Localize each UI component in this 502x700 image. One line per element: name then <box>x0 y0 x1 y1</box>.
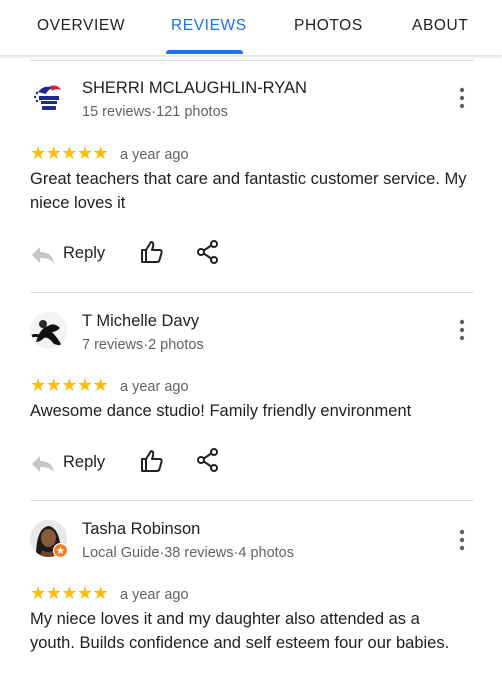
american-dance-logo <box>30 80 67 117</box>
tab-photos[interactable]: PHOTOS <box>294 17 363 35</box>
review-date: a year ago <box>120 587 189 603</box>
dancer-photo <box>30 312 67 349</box>
reviewer-meta: 7 reviews·2 photos <box>82 337 204 353</box>
review-text: My niece loves it and my daughter also a… <box>30 610 450 652</box>
thumbs-up-icon[interactable] <box>139 239 165 265</box>
tab-reviews[interactable]: REVIEWS <box>171 17 247 35</box>
reviewer-name[interactable]: T Michelle Davy <box>82 312 199 331</box>
reply-button[interactable]: Reply <box>63 453 105 472</box>
divider <box>30 500 474 501</box>
review-date: a year ago <box>120 379 189 395</box>
reviewer-avatar[interactable] <box>30 80 67 117</box>
reviewer-meta: Local Guide·38 reviews·4 photos <box>82 545 294 561</box>
thumbs-up-icon[interactable] <box>139 448 165 474</box>
divider <box>30 292 474 293</box>
local-guide-badge-icon <box>53 543 68 558</box>
active-tab-indicator <box>166 50 243 54</box>
more-options-icon[interactable] <box>452 86 472 110</box>
share-icon[interactable] <box>195 239 221 265</box>
review-text: Awesome dance studio! Family friendly en… <box>30 402 412 420</box>
star-rating: ★★★★★ <box>30 375 109 395</box>
reply-icon[interactable] <box>30 452 56 476</box>
reviewer-name[interactable]: Tasha Robinson <box>82 520 200 539</box>
more-options-icon[interactable] <box>452 318 472 342</box>
star-rating: ★★★★★ <box>30 583 109 603</box>
reviewer-avatar[interactable] <box>30 520 68 558</box>
reviewer-meta: 15 reviews·121 photos <box>82 104 228 120</box>
review-text: Great teachers that care and fantastic c… <box>30 170 467 212</box>
reviewer-avatar[interactable] <box>30 312 67 349</box>
star-rating: ★★★★★ <box>30 143 109 163</box>
more-options-icon[interactable] <box>452 528 472 552</box>
reviewer-name[interactable]: SHERRI MCLAUGHLIN-RYAN <box>82 79 307 98</box>
share-icon[interactable] <box>195 447 221 473</box>
tab-overview[interactable]: OVERVIEW <box>37 17 125 35</box>
divider <box>30 60 474 61</box>
tab-about[interactable]: ABOUT <box>412 17 468 35</box>
reply-button[interactable]: Reply <box>63 244 105 263</box>
tab-bar: OVERVIEW REVIEWS PHOTOS ABOUT <box>0 0 502 55</box>
reply-icon[interactable] <box>30 243 56 267</box>
review-date: a year ago <box>120 147 189 163</box>
